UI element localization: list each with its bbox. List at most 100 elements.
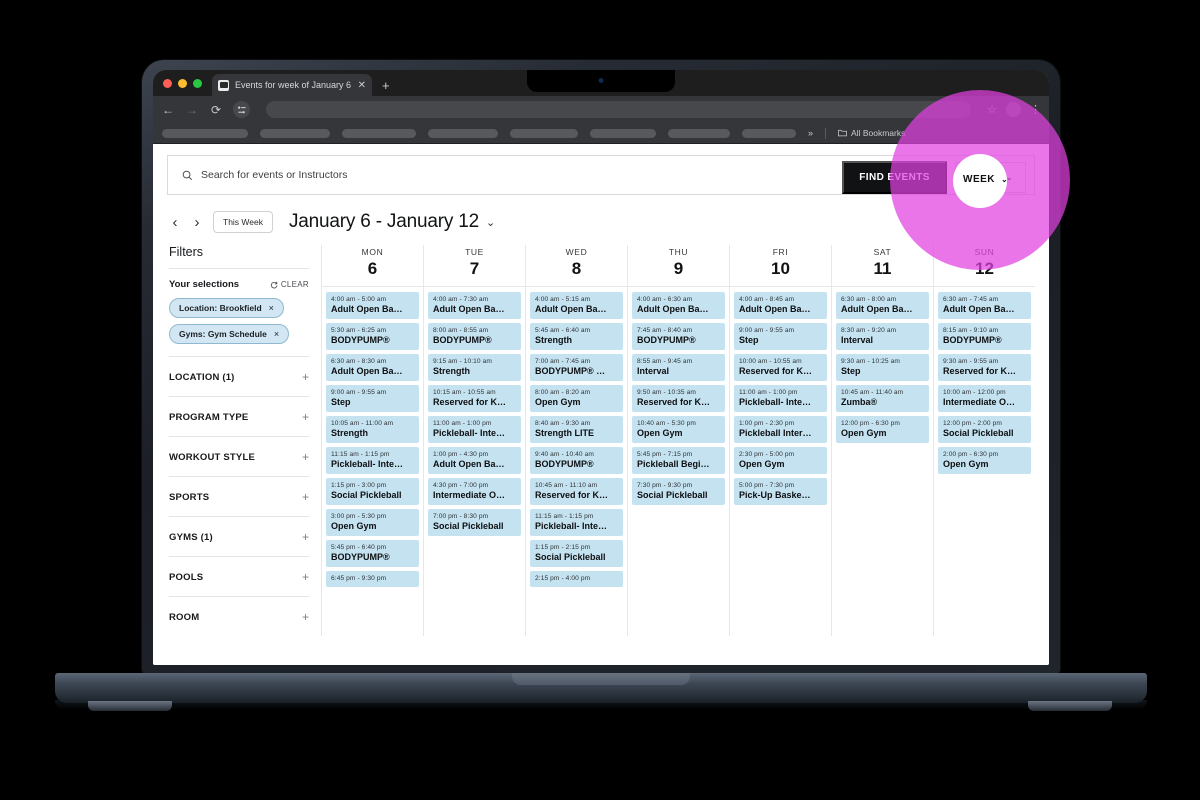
remove-chip-icon[interactable]: × [274, 329, 279, 339]
address-bar[interactable] [266, 101, 972, 118]
event-card[interactable]: 1:15 pm - 2:15 pm Social Pickleball [530, 540, 623, 567]
event-card[interactable]: 2:30 pm - 5:00 pm Open Gym [734, 447, 827, 474]
event-card[interactable]: 4:00 am - 5:00 am Adult Open Ba… [326, 292, 419, 319]
event-card[interactable]: 4:00 am - 8:45 am Adult Open Ba… [734, 292, 827, 319]
event-card[interactable]: 12:00 pm - 2:00 pm Social Pickleball [938, 416, 1031, 443]
bookmark-item[interactable] [260, 128, 330, 138]
new-tab-button[interactable]: + [382, 78, 390, 93]
minimize-window-button[interactable] [178, 78, 187, 88]
facet-room[interactable]: ROOM + [169, 596, 309, 636]
event-card[interactable]: 5:45 pm - 7:15 pm Pickleball Begi… [632, 447, 725, 474]
event-card[interactable]: 11:15 am - 1:15 pm Pickleball- Inte… [530, 509, 623, 536]
event-card[interactable]: 2:15 pm - 4:00 pm [530, 571, 623, 587]
clear-filters-button[interactable]: CLEAR [270, 280, 309, 289]
event-card[interactable]: 10:00 am - 10:55 am Reserved for K… [734, 354, 827, 381]
next-week-button[interactable]: › [191, 214, 203, 231]
forward-icon[interactable]: → [185, 103, 199, 117]
event-card[interactable]: 10:45 am - 11:10 am Reserved for K… [530, 478, 623, 505]
event-card[interactable]: 1:15 pm - 3:00 pm Social Pickleball [326, 478, 419, 505]
facet-program-type[interactable]: PROGRAM TYPE + [169, 396, 309, 436]
maximize-window-button[interactable] [193, 78, 202, 88]
date-range-title[interactable]: January 6 - January 12 ⌄ [289, 211, 495, 233]
event-card[interactable]: 10:45 am - 11:40 am Zumba® [836, 385, 929, 412]
event-card[interactable]: 5:45 am - 6:40 am Strength [530, 323, 623, 350]
event-card[interactable]: 9:30 am - 10:25 am Step [836, 354, 929, 381]
search-input-placeholder[interactable]: Search for events or Instructors [201, 169, 347, 181]
event-card[interactable]: 9:50 am - 10:35 am Reserved for K… [632, 385, 725, 412]
event-card[interactable]: 12:00 pm - 6:30 pm Open Gym [836, 416, 929, 443]
event-card[interactable]: 8:00 am - 8:20 am Open Gym [530, 385, 623, 412]
event-card[interactable]: 10:05 am - 11:00 am Strength [326, 416, 419, 443]
event-card[interactable]: 10:40 am - 5:30 pm Open Gym [632, 416, 725, 443]
event-card[interactable]: 8:00 am - 8:55 am BODYPUMP® [428, 323, 521, 350]
prev-week-button[interactable]: ‹ [169, 214, 181, 231]
facet-label: LOCATION (1) [169, 371, 235, 383]
event-card[interactable]: 7:45 am - 8:40 am BODYPUMP® [632, 323, 725, 350]
search-bar[interactable]: Search for events or Instructors FIND EV… [167, 155, 1035, 195]
browser-tab[interactable]: Events for week of January 6 ✕ [212, 74, 372, 96]
event-card[interactable]: 5:30 am - 6:25 am BODYPUMP® [326, 323, 419, 350]
event-card[interactable]: 11:00 am - 1:00 pm Pickleball- Inte… [734, 385, 827, 412]
split-view-icon[interactable] [233, 101, 250, 118]
event-card[interactable]: 9:40 am - 10:40 am BODYPUMP® [530, 447, 623, 474]
bookmark-item[interactable] [428, 128, 498, 138]
bookmark-item[interactable] [742, 128, 796, 138]
bookmark-star-icon[interactable]: ☆ [987, 103, 997, 116]
bookmark-item[interactable] [342, 128, 416, 138]
close-window-button[interactable] [163, 78, 172, 88]
event-card[interactable]: 4:00 am - 5:15 am Adult Open Ba… [530, 292, 623, 319]
filter-chip[interactable]: Location: Brookfield × [169, 298, 284, 318]
event-card[interactable]: 9:00 am - 9:55 am Step [734, 323, 827, 350]
event-card[interactable]: 2:00 pm - 6:30 pm Open Gym [938, 447, 1031, 474]
event-card[interactable]: 7:00 pm - 8:30 pm Social Pickleball [428, 509, 521, 536]
event-card[interactable]: 8:15 am - 9:10 am BODYPUMP® [938, 323, 1031, 350]
event-card[interactable]: 8:30 am - 9:20 am Interval [836, 323, 929, 350]
event-card[interactable]: 3:00 pm - 5:30 pm Open Gym [326, 509, 419, 536]
event-card[interactable]: 5:00 pm - 7:30 pm Pick-Up Baske… [734, 478, 827, 505]
event-card[interactable]: 11:00 am - 1:00 pm Pickleball- Inte… [428, 416, 521, 443]
event-card[interactable]: 9:15 am - 10:10 am Strength [428, 354, 521, 381]
highlight-week-label[interactable]: WEEK ⌄ [963, 174, 1008, 185]
event-card[interactable]: 9:00 am - 9:55 am Step [326, 385, 419, 412]
facet-sports[interactable]: SPORTS + [169, 476, 309, 516]
this-week-button[interactable]: This Week [213, 211, 273, 233]
event-name: BODYPUMP® … [535, 366, 606, 376]
window-controls[interactable] [161, 70, 212, 96]
facet-location[interactable]: LOCATION (1) + [169, 356, 309, 396]
bookmark-item[interactable] [162, 128, 248, 138]
event-card[interactable]: 10:15 am - 10:55 am Reserved for K… [428, 385, 521, 412]
event-card[interactable]: 1:00 pm - 2:30 pm Pickleball Inter… [734, 416, 827, 443]
facet-gyms[interactable]: GYMS (1) + [169, 516, 309, 556]
event-card[interactable]: 6:30 am - 8:30 am Adult Open Ba… [326, 354, 419, 381]
remove-chip-icon[interactable]: × [269, 303, 274, 313]
filter-chip[interactable]: Gyms: Gym Schedule × [169, 324, 290, 344]
back-icon[interactable]: ← [161, 103, 175, 117]
find-events-button[interactable]: FIND EVENTS [842, 161, 947, 194]
event-card[interactable]: 7:00 am - 7:45 am BODYPUMP® … [530, 354, 623, 381]
tab-close-icon[interactable]: ✕ [358, 80, 366, 91]
event-card[interactable]: 4:00 am - 6:30 am Adult Open Ba… [632, 292, 725, 319]
event-card[interactable]: 6:45 pm - 9:30 pm [326, 571, 419, 587]
event-card[interactable]: 4:00 am - 7:30 am Adult Open Ba… [428, 292, 521, 319]
event-card[interactable]: 5:45 pm - 6:40 pm BODYPUMP® [326, 540, 419, 567]
bookmark-item[interactable] [590, 128, 656, 138]
reload-icon[interactable]: ⟳ [209, 103, 223, 117]
event-card[interactable]: 1:00 pm - 4:30 pm Adult Open Ba… [428, 447, 521, 474]
facet-pools[interactable]: POOLS + [169, 556, 309, 596]
all-bookmarks-button[interactable]: All Bookmarks [838, 128, 905, 138]
bookmarks-overflow-icon[interactable]: » [808, 128, 813, 138]
event-card[interactable]: 6:30 am - 8:00 am Adult Open Ba… [836, 292, 929, 319]
bookmark-item[interactable] [510, 128, 578, 138]
event-card[interactable]: 7:30 pm - 9:30 pm Social Pickleball [632, 478, 725, 505]
event-card[interactable]: 10:00 am - 12:00 pm Intermediate O… [938, 385, 1031, 412]
event-card[interactable]: 9:30 am - 9:55 am Reserved for K… [938, 354, 1031, 381]
browser-menu-icon[interactable]: ⋮ [1030, 103, 1041, 116]
event-card[interactable]: 4:30 pm - 7:00 pm Intermediate O… [428, 478, 521, 505]
profile-avatar[interactable] [1006, 102, 1021, 117]
bookmark-item[interactable] [668, 128, 730, 138]
event-card[interactable]: 8:40 am - 9:30 am Strength LITE [530, 416, 623, 443]
event-card[interactable]: 6:30 am - 7:45 am Adult Open Ba… [938, 292, 1031, 319]
event-card[interactable]: 8:55 am - 9:45 am Interval [632, 354, 725, 381]
event-card[interactable]: 11:15 am - 1:15 pm Pickleball- Inte… [326, 447, 419, 474]
facet-workout-style[interactable]: WORKOUT STYLE + [169, 436, 309, 476]
